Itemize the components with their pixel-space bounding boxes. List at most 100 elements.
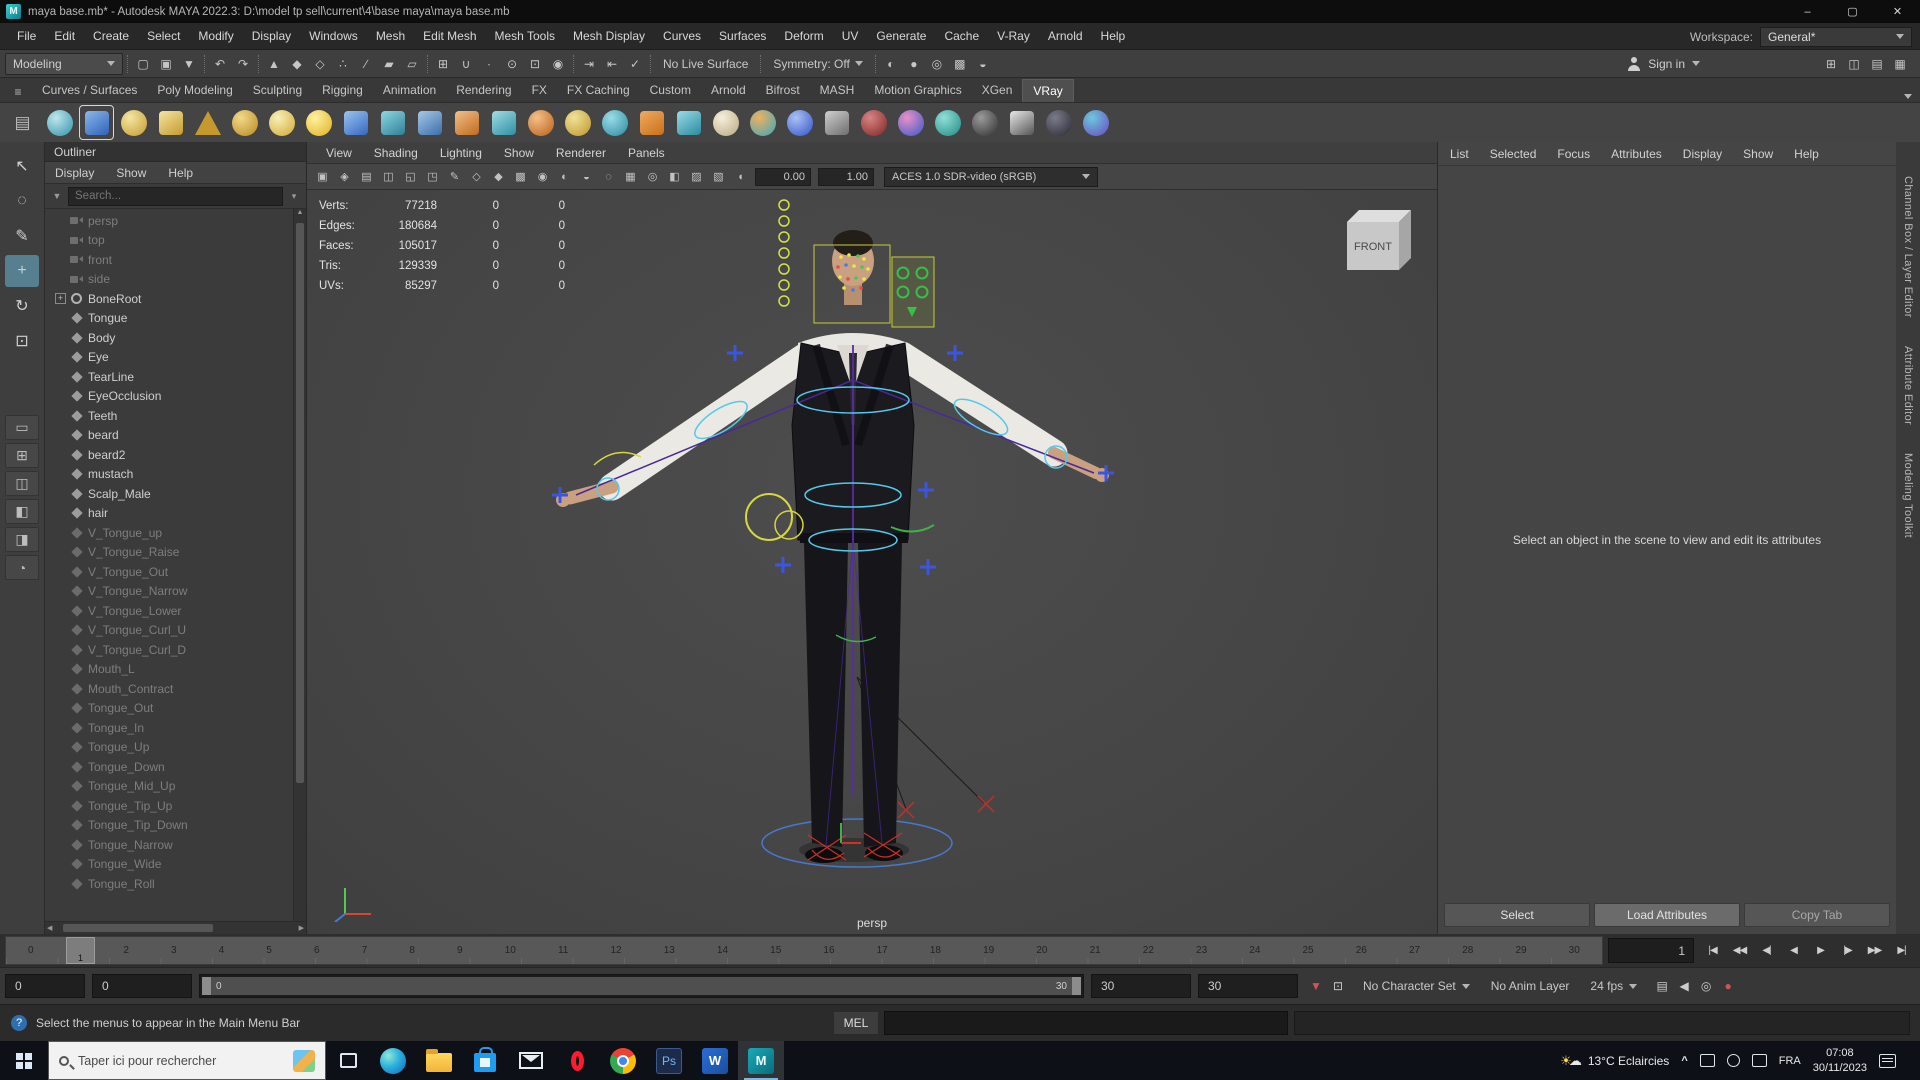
current-frame-field[interactable]: 1	[1608, 938, 1694, 963]
expand-icon[interactable]	[55, 644, 66, 655]
outliner-item[interactable]: Tongue_Roll	[45, 874, 293, 894]
expand-icon[interactable]	[55, 430, 66, 441]
shelf-item-plane[interactable]	[339, 106, 372, 139]
go-to-start-button[interactable]: |◀	[1699, 938, 1726, 963]
command-input[interactable]	[884, 1011, 1288, 1035]
shelf-item-pair[interactable]	[376, 106, 409, 139]
scrollbar-thumb[interactable]	[296, 223, 304, 783]
expand-icon[interactable]	[55, 742, 66, 753]
shelf-tab[interactable]: Rendering	[446, 79, 521, 102]
shadows-icon[interactable]: ◐	[554, 166, 575, 187]
viewport-menu-item[interactable]: Shading	[363, 146, 429, 160]
menu-item[interactable]: Cache	[935, 23, 988, 50]
menu-item[interactable]: Help	[1092, 23, 1135, 50]
textured-icon[interactable]: ▩	[510, 166, 531, 187]
menu-item[interactable]: Edit	[45, 23, 84, 50]
action-center-icon[interactable]	[1879, 1053, 1896, 1068]
grid-display-icon[interactable]: ⊞	[1820, 53, 1842, 75]
shelf-item-poly-cube[interactable]	[79, 105, 114, 140]
taskbar-opera-icon[interactable]	[554, 1041, 600, 1080]
mel-language-button[interactable]: MEL	[833, 1011, 879, 1035]
shaded-icon[interactable]: ◆	[488, 166, 509, 187]
menu-item[interactable]: Edit Mesh	[414, 23, 485, 50]
anim-layer-dropdown[interactable]: No Anim Layer	[1484, 974, 1577, 998]
shelf-item-duo-ball[interactable]	[894, 106, 927, 139]
menu-item[interactable]: Generate	[867, 23, 935, 50]
outliner-item[interactable]: Mouth_Contract	[45, 679, 293, 699]
shelf-tab[interactable]: Custom	[640, 79, 701, 102]
expand-icon[interactable]	[55, 722, 66, 733]
expand-icon[interactable]	[55, 235, 66, 246]
shelf-item-gray-pair[interactable]	[820, 106, 853, 139]
outliner-item[interactable]: Tongue_Mid_Up	[45, 777, 293, 797]
task-view-button[interactable]	[326, 1041, 370, 1080]
attribute-editor-menu-item[interactable]: List	[1450, 147, 1469, 161]
fps-dropdown[interactable]: 24 fps	[1583, 974, 1644, 998]
shelf-item-mash-grid[interactable]	[635, 106, 668, 139]
viewport-menu-item[interactable]: View	[315, 146, 363, 160]
outliner-item[interactable]: Tongue_Tip_Up	[45, 796, 293, 816]
animation-preferences-icon[interactable]: ▤	[1651, 975, 1673, 997]
exposure-field[interactable]: 0.00	[755, 167, 811, 186]
scrollbar-thumb[interactable]	[63, 924, 213, 932]
expand-icon[interactable]	[55, 839, 66, 850]
exposure-icon[interactable]: ◖	[730, 166, 751, 187]
outliner-item[interactable]: Mouth_L	[45, 660, 293, 680]
expand-icon[interactable]	[55, 332, 66, 343]
shelf-item-teal-cube[interactable]	[487, 106, 520, 139]
camera-attributes-icon[interactable]: ◈	[334, 166, 355, 187]
step-forward-frame-button[interactable]: ▶▶	[1861, 938, 1888, 963]
step-back-key-button[interactable]: ◀|	[1753, 938, 1780, 963]
outliner-menu-item[interactable]: Display	[55, 166, 94, 180]
playback-start-field[interactable]: 0	[92, 974, 192, 998]
attribute-editor-menu-item[interactable]: Show	[1743, 147, 1773, 161]
taskbar-photoshop-icon[interactable]: Ps	[646, 1041, 692, 1080]
shelf-item-brush[interactable]	[561, 106, 594, 139]
workspace-dropdown[interactable]: General*	[1760, 26, 1912, 47]
shelf-tab[interactable]: Curves / Surfaces	[32, 79, 147, 102]
expand-icon[interactable]	[55, 410, 66, 421]
hotbox-controls-icon[interactable]: ▦	[1889, 53, 1911, 75]
select-tool-icon[interactable]: ↖	[5, 150, 39, 182]
menu-item[interactable]: Create	[84, 23, 138, 50]
maximize-button[interactable]: ▢	[1830, 0, 1875, 23]
shelf-item-star[interactable]	[265, 106, 298, 139]
shelf-item-vray[interactable]	[1079, 106, 1112, 139]
shelf-tab[interactable]: Rigging	[312, 79, 373, 102]
taskbar-clock[interactable]: 07:08 30/11/2023	[1813, 1046, 1867, 1075]
menu-item[interactable]: Mesh Tools	[486, 23, 564, 50]
construction-history-icon[interactable]: ✓	[624, 53, 646, 75]
outliner-item[interactable]: EyeOcclusion	[45, 387, 293, 407]
outliner-item[interactable]: Tongue_Out	[45, 699, 293, 719]
ipr-render-icon[interactable]: ◎	[926, 53, 948, 75]
language-indicator[interactable]: FRA	[1779, 1055, 1801, 1067]
load-attributes-button[interactable]: Load Attributes	[1594, 903, 1740, 927]
snap-curve-icon[interactable]: ∪	[455, 53, 477, 75]
outliner-vertical-scrollbar[interactable]: ▲	[293, 209, 306, 921]
bookmarks-icon[interactable]: ▤	[356, 166, 377, 187]
expand-icon[interactable]	[55, 254, 66, 265]
expand-icon[interactable]	[55, 391, 66, 402]
range-end-handle[interactable]	[1072, 977, 1081, 995]
colorspace-dropdown[interactable]: ACES 1.0 SDR-video (sRGB)	[884, 166, 1098, 187]
step-back-frame-button[interactable]: ◀◀	[1726, 938, 1753, 963]
taskbar-chrome-icon[interactable]	[600, 1041, 646, 1080]
animation-end-field[interactable]: 30	[1198, 974, 1298, 998]
outliner-horizontal-scrollbar[interactable]: ◀ ▶	[45, 921, 306, 934]
make-live-icon[interactable]: ◉	[547, 53, 569, 75]
outliner-item[interactable]: V_Tongue_Curl_D	[45, 640, 293, 660]
filter-icon[interactable]: ▼	[50, 191, 64, 201]
character-model[interactable]	[546, 195, 1146, 934]
render-settings-icon[interactable]: ▩	[949, 53, 971, 75]
outliner-item[interactable]: V_Tongue_Out	[45, 562, 293, 582]
outliner-toggle-icon[interactable]: ▤	[1866, 53, 1888, 75]
shelf-tab[interactable]: Motion Graphics	[864, 79, 971, 102]
expand-icon[interactable]	[55, 859, 66, 870]
viewport-menu-item[interactable]: Show	[493, 146, 545, 160]
symmetry-dropdown[interactable]: Symmetry: Off	[765, 53, 870, 75]
render-current-frame-icon[interactable]: ●	[903, 53, 925, 75]
isolate-select-icon[interactable]: ◧	[664, 166, 685, 187]
select-mask-hulls-icon[interactable]: ▱	[401, 53, 423, 75]
outliner-item[interactable]: Body	[45, 328, 293, 348]
outliner-item[interactable]: Eye	[45, 348, 293, 368]
